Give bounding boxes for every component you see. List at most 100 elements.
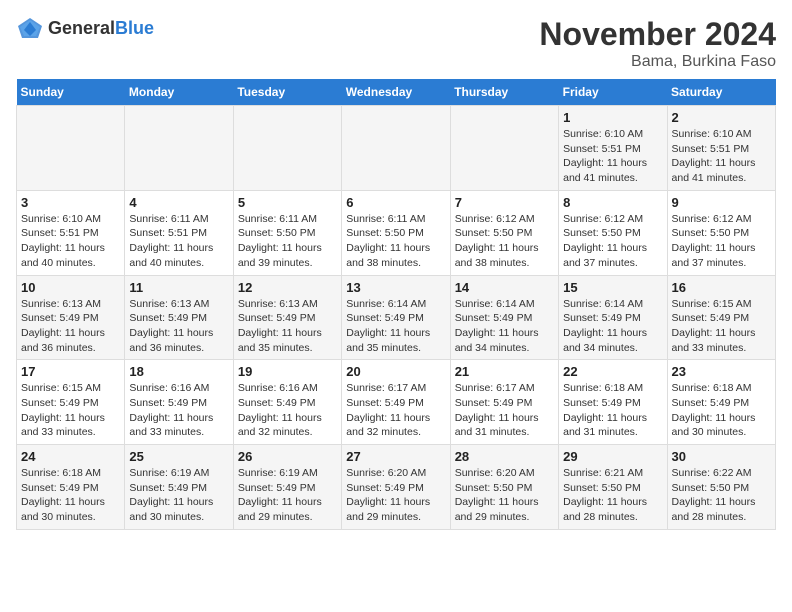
day-info: Sunrise: 6:22 AM Sunset: 5:50 PM Dayligh…: [672, 466, 771, 525]
day-info: Sunrise: 6:14 AM Sunset: 5:49 PM Dayligh…: [455, 297, 554, 356]
day-number: 1: [563, 110, 662, 125]
day-info: Sunrise: 6:10 AM Sunset: 5:51 PM Dayligh…: [563, 127, 662, 186]
day-info: Sunrise: 6:17 AM Sunset: 5:49 PM Dayligh…: [455, 381, 554, 440]
calendar-cell: 13 Sunrise: 6:14 AM Sunset: 5:49 PM Dayli…: [342, 275, 450, 360]
day-info: Sunrise: 6:20 AM Sunset: 5:50 PM Dayligh…: [455, 466, 554, 525]
day-number: 24: [21, 449, 120, 464]
day-number: 25: [129, 449, 228, 464]
day-info: Sunrise: 6:10 AM Sunset: 5:51 PM Dayligh…: [672, 127, 771, 186]
day-info: Sunrise: 6:21 AM Sunset: 5:50 PM Dayligh…: [563, 466, 662, 525]
calendar-cell: 2Sunrise: 6:10 AM Sunset: 5:51 PM Daylig…: [667, 106, 775, 191]
day-number: 12: [238, 280, 337, 295]
calendar-day-header: Sunday: [17, 79, 125, 106]
calendar-week-row: 17 Sunrise: 6:15 AM Sunset: 5:49 PM Dayli…: [17, 360, 776, 445]
day-number: 27: [346, 449, 445, 464]
calendar-day-header: Thursday: [450, 79, 558, 106]
calendar-cell: [17, 106, 125, 191]
calendar-cell: 12 Sunrise: 6:13 AM Sunset: 5:49 PM Dayli…: [233, 275, 341, 360]
day-info: Sunrise: 6:18 AM Sunset: 5:49 PM Dayligh…: [21, 466, 120, 525]
calendar-cell: 4 Sunrise: 6:11 AM Sunset: 5:51 PM Daylig…: [125, 190, 233, 275]
calendar-day-header: Wednesday: [342, 79, 450, 106]
day-info: Sunrise: 6:13 AM Sunset: 5:49 PM Dayligh…: [21, 297, 120, 356]
day-info: Sunrise: 6:11 AM Sunset: 5:50 PM Dayligh…: [238, 212, 337, 271]
calendar-cell: 15Sunrise: 6:14 AM Sunset: 5:49 PM Dayli…: [559, 275, 667, 360]
calendar-cell: 21 Sunrise: 6:17 AM Sunset: 5:49 PM Dayli…: [450, 360, 558, 445]
day-info: Sunrise: 6:11 AM Sunset: 5:50 PM Dayligh…: [346, 212, 445, 271]
day-number: 11: [129, 280, 228, 295]
calendar-cell: 8 Sunrise: 6:12 AM Sunset: 5:50 PM Daylig…: [559, 190, 667, 275]
day-number: 21: [455, 364, 554, 379]
calendar-day-header: Saturday: [667, 79, 775, 106]
day-info: Sunrise: 6:12 AM Sunset: 5:50 PM Dayligh…: [455, 212, 554, 271]
calendar-cell: 25Sunrise: 6:19 AM Sunset: 5:49 PM Dayli…: [125, 445, 233, 530]
day-number: 13: [346, 280, 445, 295]
day-number: 16: [672, 280, 771, 295]
calendar-cell: 29 Sunrise: 6:21 AM Sunset: 5:50 PM Dayli…: [559, 445, 667, 530]
day-number: 14: [455, 280, 554, 295]
day-number: 26: [238, 449, 337, 464]
calendar-week-row: 10Sunrise: 6:13 AM Sunset: 5:49 PM Dayli…: [17, 275, 776, 360]
logo-blue: Blue: [115, 18, 154, 38]
day-info: Sunrise: 6:19 AM Sunset: 5:49 PM Dayligh…: [238, 466, 337, 525]
calendar-cell: 28Sunrise: 6:20 AM Sunset: 5:50 PM Dayli…: [450, 445, 558, 530]
calendar-cell: 7 Sunrise: 6:12 AM Sunset: 5:50 PM Daylig…: [450, 190, 558, 275]
calendar-cell: 24 Sunrise: 6:18 AM Sunset: 5:49 PM Dayli…: [17, 445, 125, 530]
calendar-cell: [125, 106, 233, 191]
calendar-cell: 27Sunrise: 6:20 AM Sunset: 5:49 PM Dayli…: [342, 445, 450, 530]
calendar-cell: 16Sunrise: 6:15 AM Sunset: 5:49 PM Dayli…: [667, 275, 775, 360]
calendar-cell: 18 Sunrise: 6:16 AM Sunset: 5:49 PM Dayli…: [125, 360, 233, 445]
day-number: 5: [238, 195, 337, 210]
day-number: 4: [129, 195, 228, 210]
day-number: 7: [455, 195, 554, 210]
calendar-cell: 11 Sunrise: 6:13 AM Sunset: 5:49 PM Dayli…: [125, 275, 233, 360]
day-info: Sunrise: 6:15 AM Sunset: 5:49 PM Dayligh…: [21, 381, 120, 440]
subtitle: Bama, Burkina Faso: [539, 53, 776, 71]
calendar-cell: 3 Sunrise: 6:10 AM Sunset: 5:51 PM Daylig…: [17, 190, 125, 275]
day-number: 18: [129, 364, 228, 379]
day-info: Sunrise: 6:10 AM Sunset: 5:51 PM Dayligh…: [21, 212, 120, 271]
day-info: Sunrise: 6:12 AM Sunset: 5:50 PM Dayligh…: [563, 212, 662, 271]
day-info: Sunrise: 6:16 AM Sunset: 5:49 PM Dayligh…: [129, 381, 228, 440]
day-number: 30: [672, 449, 771, 464]
day-info: Sunrise: 6:16 AM Sunset: 5:49 PM Dayligh…: [238, 381, 337, 440]
day-number: 3: [21, 195, 120, 210]
calendar-day-header: Friday: [559, 79, 667, 106]
calendar-cell: 22Sunrise: 6:18 AM Sunset: 5:49 PM Dayli…: [559, 360, 667, 445]
calendar-header-row: SundayMondayTuesdayWednesdayThursdayFrid…: [17, 79, 776, 106]
calendar-cell: 20Sunrise: 6:17 AM Sunset: 5:49 PM Dayli…: [342, 360, 450, 445]
day-info: Sunrise: 6:13 AM Sunset: 5:49 PM Dayligh…: [238, 297, 337, 356]
day-number: 6: [346, 195, 445, 210]
day-number: 17: [21, 364, 120, 379]
logo-icon: [16, 16, 44, 40]
day-info: Sunrise: 6:14 AM Sunset: 5:49 PM Dayligh…: [346, 297, 445, 356]
calendar-cell: 23 Sunrise: 6:18 AM Sunset: 5:49 PM Dayli…: [667, 360, 775, 445]
calendar-cell: [450, 106, 558, 191]
day-info: Sunrise: 6:18 AM Sunset: 5:49 PM Dayligh…: [672, 381, 771, 440]
day-number: 8: [563, 195, 662, 210]
day-number: 20: [346, 364, 445, 379]
calendar-table: SundayMondayTuesdayWednesdayThursdayFrid…: [16, 79, 776, 530]
day-info: Sunrise: 6:13 AM Sunset: 5:49 PM Dayligh…: [129, 297, 228, 356]
calendar-cell: [342, 106, 450, 191]
day-info: Sunrise: 6:18 AM Sunset: 5:49 PM Dayligh…: [563, 381, 662, 440]
calendar-cell: 30 Sunrise: 6:22 AM Sunset: 5:50 PM Dayli…: [667, 445, 775, 530]
calendar-week-row: 3 Sunrise: 6:10 AM Sunset: 5:51 PM Daylig…: [17, 190, 776, 275]
calendar-cell: 17 Sunrise: 6:15 AM Sunset: 5:49 PM Dayli…: [17, 360, 125, 445]
calendar-cell: 26 Sunrise: 6:19 AM Sunset: 5:49 PM Dayli…: [233, 445, 341, 530]
calendar-cell: 9 Sunrise: 6:12 AM Sunset: 5:50 PM Daylig…: [667, 190, 775, 275]
day-info: Sunrise: 6:14 AM Sunset: 5:49 PM Dayligh…: [563, 297, 662, 356]
day-info: Sunrise: 6:11 AM Sunset: 5:51 PM Dayligh…: [129, 212, 228, 271]
calendar-cell: 1 Sunrise: 6:10 AM Sunset: 5:51 PM Daylig…: [559, 106, 667, 191]
calendar-cell: 5 Sunrise: 6:11 AM Sunset: 5:50 PM Daylig…: [233, 190, 341, 275]
day-number: 29: [563, 449, 662, 464]
day-number: 19: [238, 364, 337, 379]
logo-general: General: [48, 18, 115, 38]
day-number: 9: [672, 195, 771, 210]
logo: GeneralBlue: [16, 16, 154, 40]
title-block: November 2024 Bama, Burkina Faso: [539, 16, 776, 71]
calendar-cell: [233, 106, 341, 191]
day-number: 23: [672, 364, 771, 379]
day-info: Sunrise: 6:12 AM Sunset: 5:50 PM Dayligh…: [672, 212, 771, 271]
calendar-cell: 19 Sunrise: 6:16 AM Sunset: 5:49 PM Dayli…: [233, 360, 341, 445]
main-title: November 2024: [539, 16, 776, 53]
